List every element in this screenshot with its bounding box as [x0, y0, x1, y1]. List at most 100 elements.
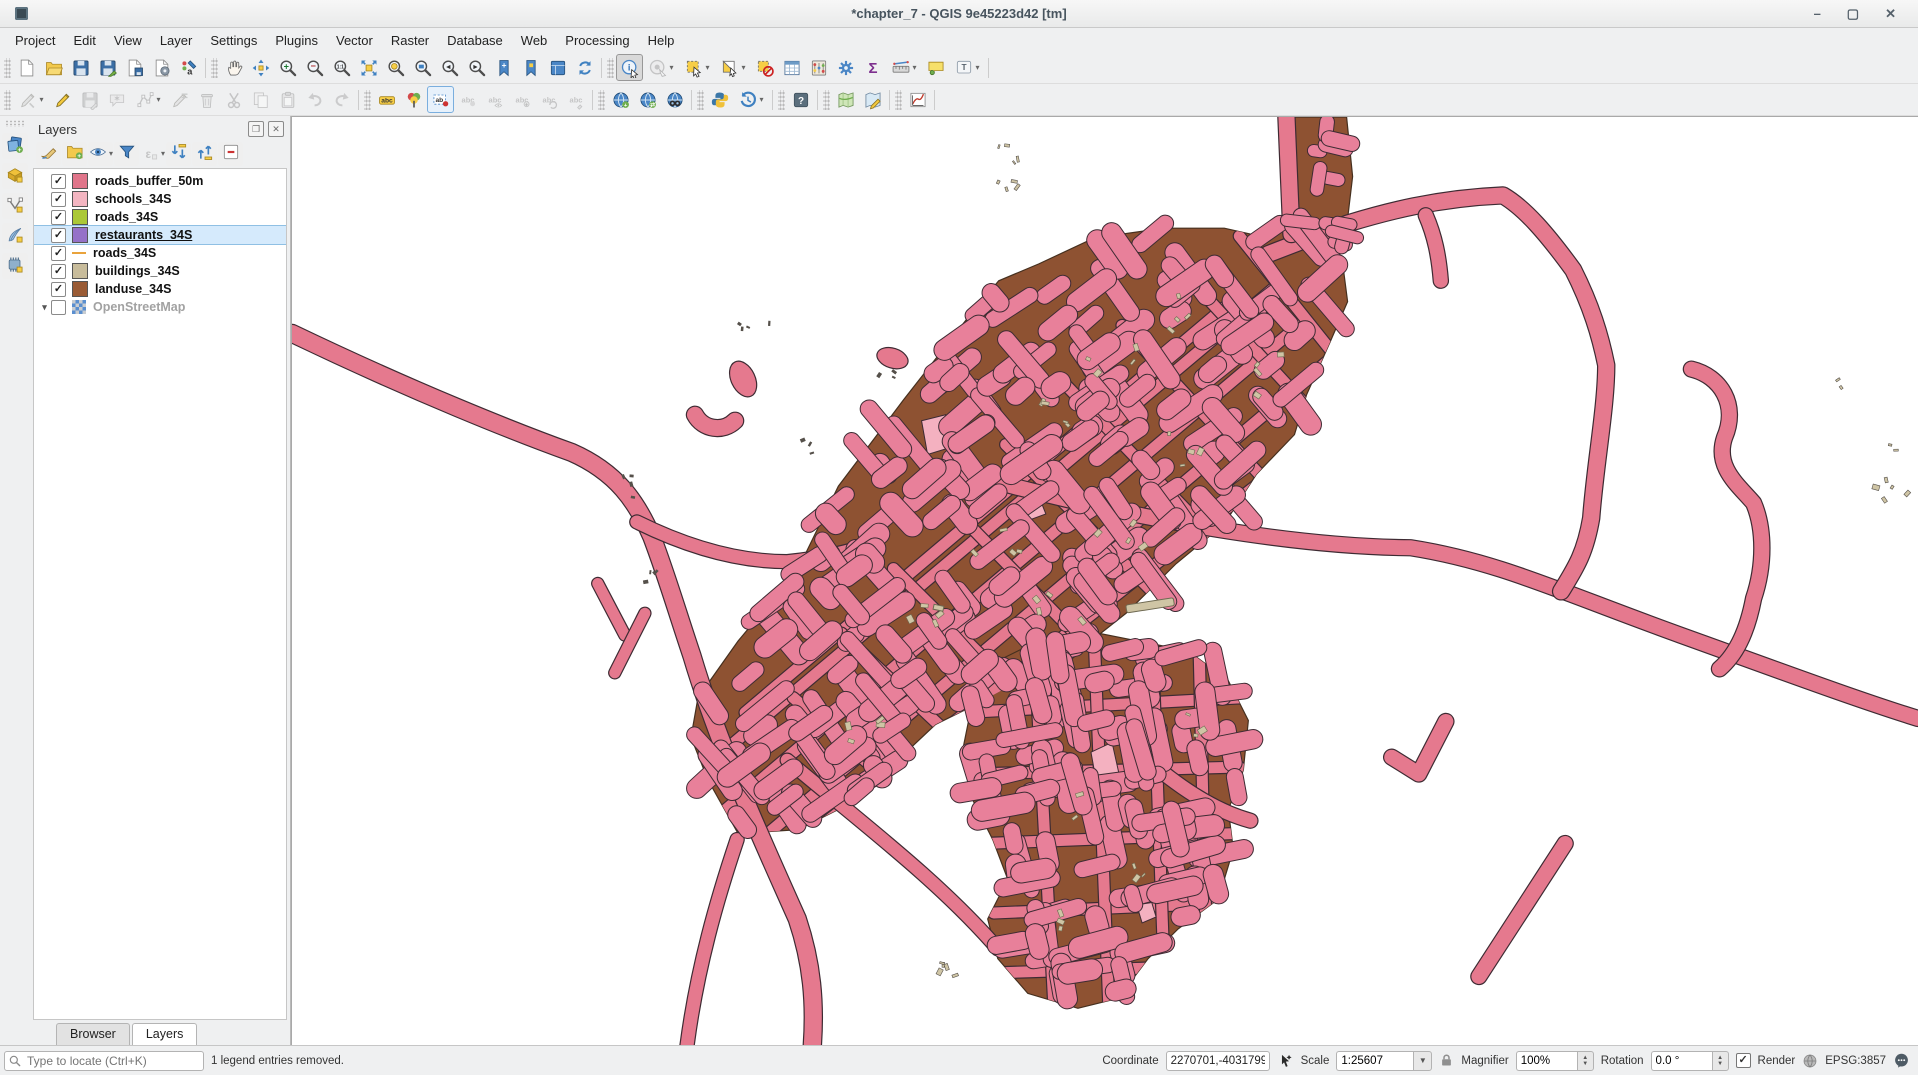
show-hide-labels-button[interactable]: abc [481, 86, 508, 113]
profile-tool-button[interactable] [904, 86, 931, 113]
zoom-out-button[interactable]: − [301, 54, 328, 81]
layer-checkbox[interactable]: ✓ [51, 228, 66, 243]
toolbar-handle[interactable] [211, 58, 218, 78]
dropdown-arrow-icon[interactable]: ▾ [705, 63, 709, 72]
layer-checkbox[interactable]: ✓ [51, 192, 66, 207]
magnifier-spinbox[interactable]: ▲▼ [1516, 1051, 1594, 1071]
layer-row-openstreetmap[interactable]: ▾ OpenStreetMap [34, 298, 286, 316]
new-map-view-button[interactable] [544, 54, 571, 81]
new-spatial-bookmark-button[interactable]: + [490, 54, 517, 81]
metasearch-button[interactable] [661, 86, 688, 113]
metasearch-exchange-button[interactable]: ⇄ [634, 86, 661, 113]
menu-web[interactable]: Web [512, 30, 557, 51]
dropdown-arrow-icon[interactable]: ▾ [156, 95, 160, 104]
menu-vector[interactable]: Vector [327, 30, 382, 51]
zoom-next-button[interactable]: ▸ [463, 54, 490, 81]
dock-handle[interactable] [5, 120, 25, 127]
layer-checkbox[interactable]: ✓ [51, 264, 66, 279]
menu-plugins[interactable]: Plugins [266, 30, 327, 51]
float-panel-icon[interactable]: ❐ [248, 121, 264, 137]
menu-raster[interactable]: Raster [382, 30, 438, 51]
map-canvas[interactable] [291, 116, 1918, 1045]
select-features-by-value-button[interactable]: ▾ [715, 54, 751, 81]
layer-expand-icon[interactable]: ▾ [38, 302, 51, 313]
pin-unpin-labels-button[interactable]: abc+ [508, 86, 535, 113]
metasearch-add-button[interactable]: + [607, 86, 634, 113]
deselect-features-button[interactable] [751, 54, 778, 81]
show-spatial-bookmarks-button[interactable] [517, 54, 544, 81]
processing-history-button[interactable]: ▾ [733, 86, 769, 113]
add-mesh-layer-button[interactable] [2, 163, 28, 189]
dropdown-arrow-icon[interactable]: ▾ [109, 149, 113, 158]
menu-edit[interactable]: Edit [64, 30, 104, 51]
magnifier-input[interactable] [1516, 1051, 1577, 1071]
zoom-full-button[interactable] [355, 54, 382, 81]
maximize-button[interactable]: ▢ [1847, 0, 1859, 27]
scale-combo[interactable]: ▼ [1336, 1051, 1432, 1071]
minimize-button[interactable]: – [1814, 0, 1821, 27]
save-project-button[interactable] [67, 54, 94, 81]
dropdown-arrow-icon[interactable]: ▾ [759, 95, 763, 104]
menu-database[interactable]: Database [438, 30, 512, 51]
tab-browser[interactable]: Browser [56, 1023, 130, 1045]
layer-name[interactable]: OpenStreetMap [93, 300, 185, 314]
layer-checkbox[interactable]: ✓ [51, 174, 66, 189]
mouse-extent-icon[interactable] [1277, 1052, 1294, 1069]
cut-features-button[interactable] [220, 86, 247, 113]
measure-line-button[interactable]: ▾ [886, 54, 922, 81]
menu-settings[interactable]: Settings [201, 30, 266, 51]
toolbar-handle[interactable] [823, 90, 830, 110]
map-tips-button[interactable] [922, 54, 949, 81]
toolbar-handle[interactable] [778, 90, 785, 110]
zoom-in-button[interactable]: + [274, 54, 301, 81]
toolbar-handle[interactable] [598, 90, 605, 110]
layer-diagram-button[interactable] [400, 86, 427, 113]
python-console-button[interactable] [706, 86, 733, 113]
open-attribute-table-button[interactable] [778, 54, 805, 81]
layer-row-landuse_34s[interactable]: ✓ landuse_34S [34, 280, 286, 298]
rotation-spinbox[interactable]: ▲▼ [1651, 1051, 1729, 1071]
open-styling-panel-button[interactable] [36, 142, 61, 166]
toolbar-handle[interactable] [4, 90, 11, 110]
processing-toolbox-button[interactable] [832, 54, 859, 81]
remove-layer-button[interactable] [218, 142, 243, 166]
add-vector-layer-button[interactable] [2, 193, 28, 219]
undo-button[interactable] [301, 86, 328, 113]
dropdown-arrow-icon[interactable]: ▾ [161, 149, 165, 158]
save-layer-edits-button[interactable] [76, 86, 103, 113]
zoom-to-selection-button[interactable] [382, 54, 409, 81]
add-virtual-layer-button[interactable] [2, 253, 28, 279]
menu-layer[interactable]: Layer [151, 30, 202, 51]
field-calculator-button[interactable] [805, 54, 832, 81]
data-source-manager-button[interactable]: + [2, 133, 28, 159]
layer-labeling-button[interactable]: abc [373, 86, 400, 113]
dropdown-arrow-icon[interactable]: ▾ [741, 63, 745, 72]
change-label-button[interactable]: abc [562, 86, 589, 113]
layer-checkbox[interactable]: ✓ [51, 282, 66, 297]
layer-name[interactable]: roads_34S [93, 246, 156, 260]
rotate-label-button[interactable]: abc [535, 86, 562, 113]
layer-row-buildings_34s[interactable]: ✓ buildings_34S [34, 262, 286, 280]
paste-features-button[interactable] [274, 86, 301, 113]
layer-name[interactable]: landuse_34S [95, 282, 171, 296]
refresh-button[interactable] [571, 54, 598, 81]
copy-features-button[interactable] [247, 86, 274, 113]
statistical-summary-button[interactable]: Σ [859, 54, 886, 81]
menu-processing[interactable]: Processing [556, 30, 638, 51]
crs-globe-icon[interactable] [1802, 1053, 1818, 1069]
dropdown-arrow-icon[interactable]: ▾ [669, 63, 673, 72]
save-project-as-button[interactable] [94, 54, 121, 81]
layer-name[interactable]: buildings_34S [95, 264, 180, 278]
vertex-tool-button[interactable]: ▾ [130, 86, 166, 113]
layer-name[interactable]: schools_34S [95, 192, 171, 206]
add-geopackage-layer-button[interactable] [2, 223, 28, 249]
select-features-button[interactable]: ▾ [679, 54, 715, 81]
toggle-editing-button[interactable] [49, 86, 76, 113]
layer-checkbox[interactable] [51, 300, 66, 315]
filter-legend-button[interactable] [114, 142, 139, 166]
layer-tree[interactable]: ✓roads_buffer_50m✓schools_34S✓roads_34S✓… [33, 168, 287, 1020]
style-manager-button[interactable]: a [175, 54, 202, 81]
digitize-shape-button[interactable]: ✶ [103, 86, 130, 113]
osm-edit-button[interactable] [859, 86, 886, 113]
dropdown-arrow-icon[interactable]: ▾ [39, 95, 43, 104]
